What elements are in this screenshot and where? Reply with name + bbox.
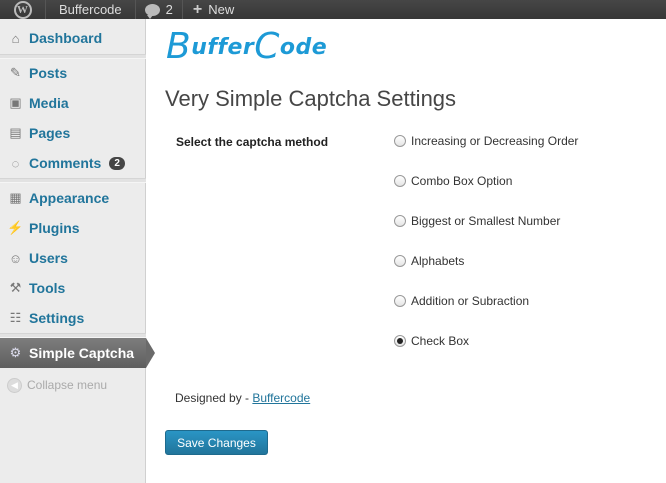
option-addition-subtraction[interactable]: Addition or Subraction (394, 294, 529, 308)
radio-button[interactable] (394, 255, 406, 267)
admin-bar: W Buffercode 2 + New (0, 0, 666, 19)
sidebar-item-label: Comments (29, 155, 102, 171)
logo-text-uffer: uffer (191, 35, 255, 60)
designed-by-prefix: Designed by - (175, 391, 253, 405)
admin-sidebar: ⌂ Dashboard ✎ Posts ▣ Media ▤ Pages ◌ Co… (0, 19, 155, 483)
sidebar-item-users[interactable]: ☺ Users (0, 243, 146, 273)
option-label: Check Box (411, 334, 470, 348)
sidebar-item-appearance[interactable]: ▦ Appearance (0, 183, 146, 213)
pages-icon: ▤ (9, 125, 22, 140)
comments-count: 2 (165, 2, 173, 17)
radio-button[interactable] (394, 135, 406, 147)
settings-icon: ☷ (9, 310, 22, 325)
option-label: Biggest or Smallest Number (411, 214, 561, 228)
media-icon: ▣ (9, 95, 22, 110)
captcha-method-label: Select the captcha method (176, 135, 329, 149)
sidebar-item-label: Dashboard (29, 30, 103, 46)
sidebar-item-pages[interactable]: ▤ Pages (0, 118, 146, 148)
designed-by-text: Designed by - Buffercode (175, 391, 310, 405)
sidebar-item-comments[interactable]: ◌ Comments 2 (0, 148, 146, 178)
save-changes-button[interactable]: Save Changes (165, 430, 268, 455)
option-label: Increasing or Decreasing Order (411, 134, 579, 148)
new-content-menu[interactable]: + New (183, 0, 244, 19)
comment-bubble-icon (144, 3, 160, 19)
option-check-box[interactable]: Check Box (394, 334, 469, 348)
collapse-menu-button[interactable]: ◀ Collapse menu (0, 370, 146, 400)
logo-letter-c: C (254, 26, 280, 67)
sidebar-item-label: Pages (29, 125, 71, 141)
option-label: Alphabets (411, 254, 465, 268)
option-alphabets[interactable]: Alphabets (394, 254, 464, 268)
site-name-label: Buffercode (59, 2, 122, 17)
plugin-icon: ⚡ (7, 220, 24, 235)
appearance-icon: ▦ (9, 190, 22, 205)
radio-button-selected[interactable] (394, 335, 406, 347)
sidebar-item-plugins[interactable]: ⚡ Plugins (0, 213, 146, 243)
sidebar-item-label: Plugins (29, 220, 80, 236)
wordpress-logo-icon: W (13, 0, 32, 19)
comments-link[interactable]: 2 (136, 0, 183, 19)
radio-button[interactable] (394, 215, 406, 227)
users-icon: ☺ (8, 250, 23, 266)
option-biggest-smallest[interactable]: Biggest or Smallest Number (394, 214, 560, 228)
option-label: Combo Box Option (411, 174, 513, 188)
sidebar-item-dashboard[interactable]: ⌂ Dashboard (0, 23, 146, 53)
radio-button[interactable] (394, 175, 406, 187)
option-increasing-decreasing[interactable]: Increasing or Decreasing Order (394, 134, 578, 148)
wordpress-menu[interactable]: W (0, 0, 46, 19)
new-label: New (208, 2, 235, 17)
tools-icon: ⚒ (9, 280, 22, 295)
sidebar-item-label: Media (29, 95, 69, 111)
sidebar-item-tools[interactable]: ⚒ Tools (0, 273, 146, 303)
buffercode-logo: BufferCode (166, 26, 327, 67)
logo-text-ode: ode (279, 35, 328, 60)
site-name-link[interactable]: Buffercode (46, 0, 136, 19)
sidebar-item-label: Posts (29, 65, 68, 81)
comments-badge: 2 (109, 156, 125, 170)
home-icon: ⌂ (11, 30, 20, 46)
sidebar-item-posts[interactable]: ✎ Posts (0, 58, 146, 88)
sidebar-item-label: Settings (29, 310, 85, 326)
collapse-arrow-icon: ◀ (7, 377, 22, 393)
sidebar-item-label: Tools (29, 280, 66, 296)
plus-icon: + (192, 0, 203, 18)
sidebar-item-label: Users (29, 250, 68, 266)
collapse-label: Collapse menu (27, 378, 108, 392)
sidebar-item-settings[interactable]: ☷ Settings (0, 303, 146, 333)
sidebar-item-label: Simple Captcha (29, 345, 135, 361)
option-combo-box[interactable]: Combo Box Option (394, 174, 512, 188)
pin-icon: ✎ (10, 65, 21, 80)
sidebar-item-media[interactable]: ▣ Media (0, 88, 146, 118)
radio-button[interactable] (394, 295, 406, 307)
option-label: Addition or Subraction (411, 294, 530, 308)
page-title: Very Simple Captcha Settings (165, 86, 457, 111)
logo-letter-b: B (166, 26, 192, 67)
buffercode-link[interactable]: Buffercode (252, 391, 310, 405)
sidebar-item-simple-captcha[interactable]: ⚙ Simple Captcha (0, 338, 155, 368)
gear-icon: ⚙ (9, 345, 22, 360)
sidebar-item-label: Appearance (29, 190, 110, 206)
comment-icon: ◌ (11, 155, 20, 171)
